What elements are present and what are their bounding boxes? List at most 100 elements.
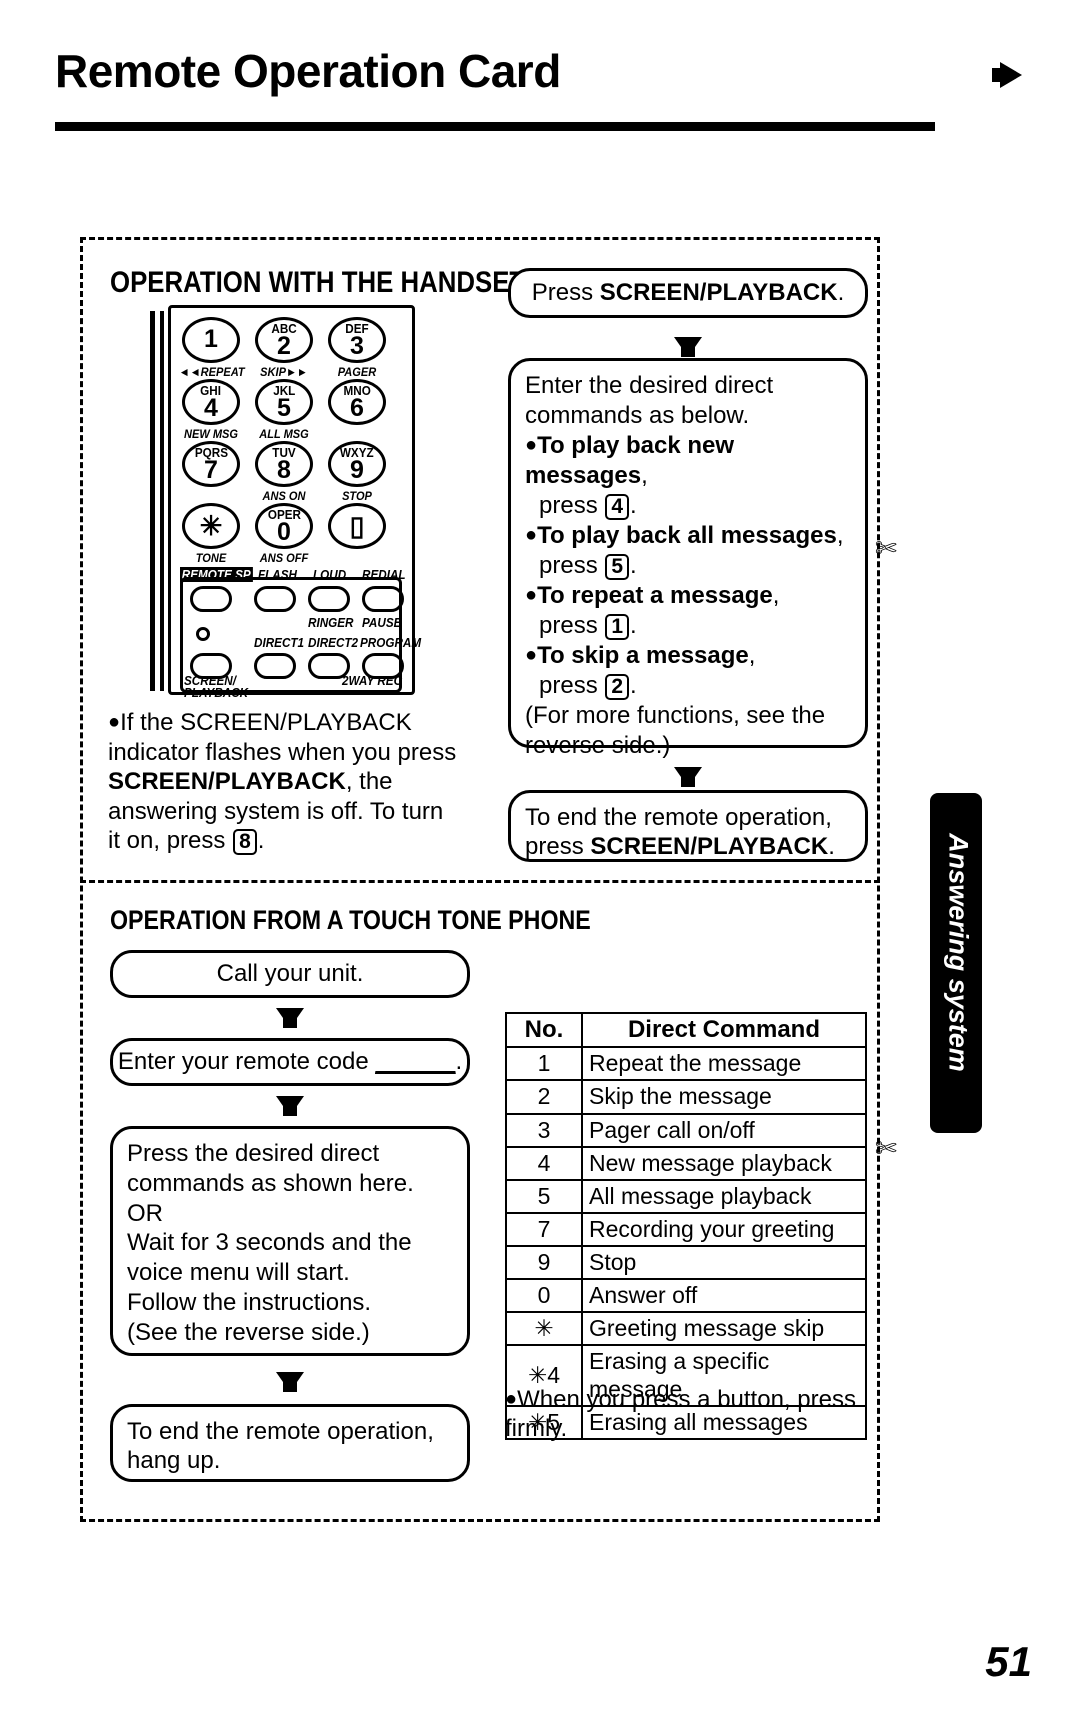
table-cell-no: 9	[505, 1245, 583, 1281]
key-label-ans-on: ANS ON	[262, 489, 306, 503]
touchtone-flow-step2: Enter your remote code ______.	[110, 1038, 470, 1086]
page-title: Remote Operation Card	[55, 45, 561, 97]
key-digit: 0	[277, 517, 291, 546]
key-digit: 6	[350, 393, 364, 422]
table-row: 2 Skip the message	[505, 1079, 867, 1115]
function-label-ringer: RINGER	[308, 615, 354, 630]
touchtone-step1-text: Call your unit.	[216, 960, 364, 987]
touchtone-arrow-2	[276, 1096, 304, 1116]
flow-step2-item0-bold: To play back new messages	[525, 432, 735, 489]
key-label-tone: TONE	[195, 551, 227, 565]
flow-step2-item0-press: press	[539, 492, 605, 519]
table-row: 4 New message playback	[505, 1145, 867, 1181]
touchtone-arrow-1	[276, 1008, 304, 1028]
key-letters: JKL	[272, 382, 296, 398]
table-header-command: Direct Command	[581, 1011, 867, 1049]
keypad-key-8: TUV 8	[255, 441, 313, 487]
touchtone-step3-line7: (See the reverse side.)	[127, 1318, 370, 1346]
table-cell-no: 7	[505, 1211, 583, 1248]
flow-step2-item0-presstail: .	[630, 492, 637, 519]
flow-step2-item2-tail: ,	[772, 582, 780, 609]
flow-step2-item1-presstail: .	[630, 552, 637, 579]
remote-code-blank[interactable]: ______	[375, 1048, 455, 1075]
table-cell-no: ✳	[505, 1311, 583, 1347]
bullet-icon: ●	[525, 434, 538, 456]
bullet-icon: ●	[525, 524, 538, 546]
keypad-key-9: WXYZ 9	[328, 441, 386, 487]
direct-command-table: No. Direct Command 1 Repeat the message 2…	[505, 1011, 867, 1440]
flow-step2-footer-line2: reverse side.)	[525, 732, 671, 759]
keypad-key-6: MNO 6	[328, 379, 386, 425]
function-label-direct1: DIRECT1	[254, 635, 305, 650]
flow-step2-item2-presstail: .	[630, 612, 637, 639]
key-letters: WXYZ	[340, 444, 374, 460]
flow-step3-bold: SCREEN/PLAYBACK	[590, 833, 829, 861]
flow-step2-item3-presstail: .	[630, 672, 637, 699]
handset-flow-step2: Enter the desired direct commands as bel…	[508, 358, 868, 759]
table-cell-no: 1	[505, 1046, 583, 1082]
flow-step2-item0-tail: ,	[641, 462, 648, 489]
table-note-line1: When you press a button, press	[517, 1386, 856, 1413]
function-label-screen-playback-line2: PLAYBACK	[184, 685, 249, 700]
bullet-icon: ●	[108, 711, 121, 733]
key-letters: TUV	[272, 444, 296, 460]
table-cell-command: Skip the message	[581, 1079, 867, 1115]
table-cell-command: Answer off	[581, 1278, 867, 1314]
bullet-icon: ●	[525, 584, 538, 606]
handset-note-line5-tail: .	[257, 827, 265, 855]
right-arrow-icon	[992, 62, 1022, 88]
function-button-redial	[362, 586, 404, 612]
key-letters: PQRS	[194, 444, 228, 460]
flow-step2-footer-line1: (For more functions, see the	[525, 702, 826, 729]
flow-arrow-2	[674, 767, 702, 787]
function-label-program: PROGRAM	[360, 635, 422, 650]
flow-step3-tail: .	[828, 833, 835, 861]
touchtone-step2-prefix: Enter your remote code	[117, 1048, 376, 1075]
keycap-8: 8	[233, 829, 257, 856]
handset-note-bold: SCREEN/PLAYBACK	[108, 768, 346, 796]
key-label-stop: STOP	[342, 489, 372, 503]
keycap-4: 4	[605, 494, 630, 521]
handset-diagram: 1 ABC 2 DEF 3 ◄◄REPEAT SKIP►► PAGER GHI …	[150, 305, 421, 700]
table-note-line2: firmly.	[505, 1415, 568, 1443]
table-header-row: No. Direct Command	[505, 1011, 867, 1049]
table-cell-command: All message playback	[581, 1178, 867, 1214]
card-section-divider	[80, 880, 880, 883]
flow-step2-item2-bold: To repeat a message	[537, 582, 773, 609]
table-cell-command: Repeat the message	[581, 1046, 867, 1082]
table-row: 3 Pager call on/off	[505, 1112, 867, 1148]
flow-step2-item3-bold: To skip a message	[537, 642, 749, 669]
keycap-1: 1	[605, 614, 630, 641]
header-divider	[55, 122, 935, 131]
keypad-key-7: PQRS 7	[182, 441, 240, 487]
key-label-new-msg: NEW MSG	[184, 427, 238, 441]
scissors-icon-top: ✄	[875, 533, 897, 563]
keypad-key-5: JKL 5	[255, 379, 313, 425]
handset-note-line5-prefix: it on, press	[108, 827, 233, 855]
function-button-flash	[254, 586, 296, 612]
keypad-key-3: DEF 3	[328, 317, 386, 363]
table-row: 7 Recording your greeting	[505, 1211, 867, 1248]
touchtone-step4-line1: To end the remote operation,	[127, 1418, 434, 1445]
handset-note-line1: If the SCREEN/PLAYBACK	[120, 709, 412, 736]
function-label-pause: PAUSE	[362, 615, 402, 630]
table-cell-command: New message playback	[581, 1145, 867, 1181]
function-label-2way-rec: 2WAY REC	[342, 673, 403, 688]
table-cell-no: 5	[505, 1178, 583, 1214]
function-button-loud	[308, 586, 350, 612]
function-button-direct1	[254, 653, 296, 679]
touchtone-step3-line1: Press the desired direct	[127, 1140, 380, 1167]
key-label-ans-off: ANS OFF	[259, 551, 309, 565]
function-label-direct2: DIRECT2	[308, 635, 359, 650]
flow-step3-line1: To end the remote operation,	[525, 804, 832, 831]
side-tab-label: Answering system	[943, 833, 974, 1072]
table-header-no: No.	[505, 1011, 583, 1049]
keycap-2: 2	[605, 674, 630, 701]
flow-arrow-1	[674, 337, 702, 357]
keypad-key-0: OPER 0	[255, 503, 313, 549]
bullet-icon: ●	[525, 644, 538, 666]
handset-note-line2: indicator flashes when you press	[108, 738, 457, 766]
keypad-key-4: GHI 4	[182, 379, 240, 425]
table-cell-no: 0	[505, 1278, 583, 1314]
indicator-led	[196, 627, 210, 641]
